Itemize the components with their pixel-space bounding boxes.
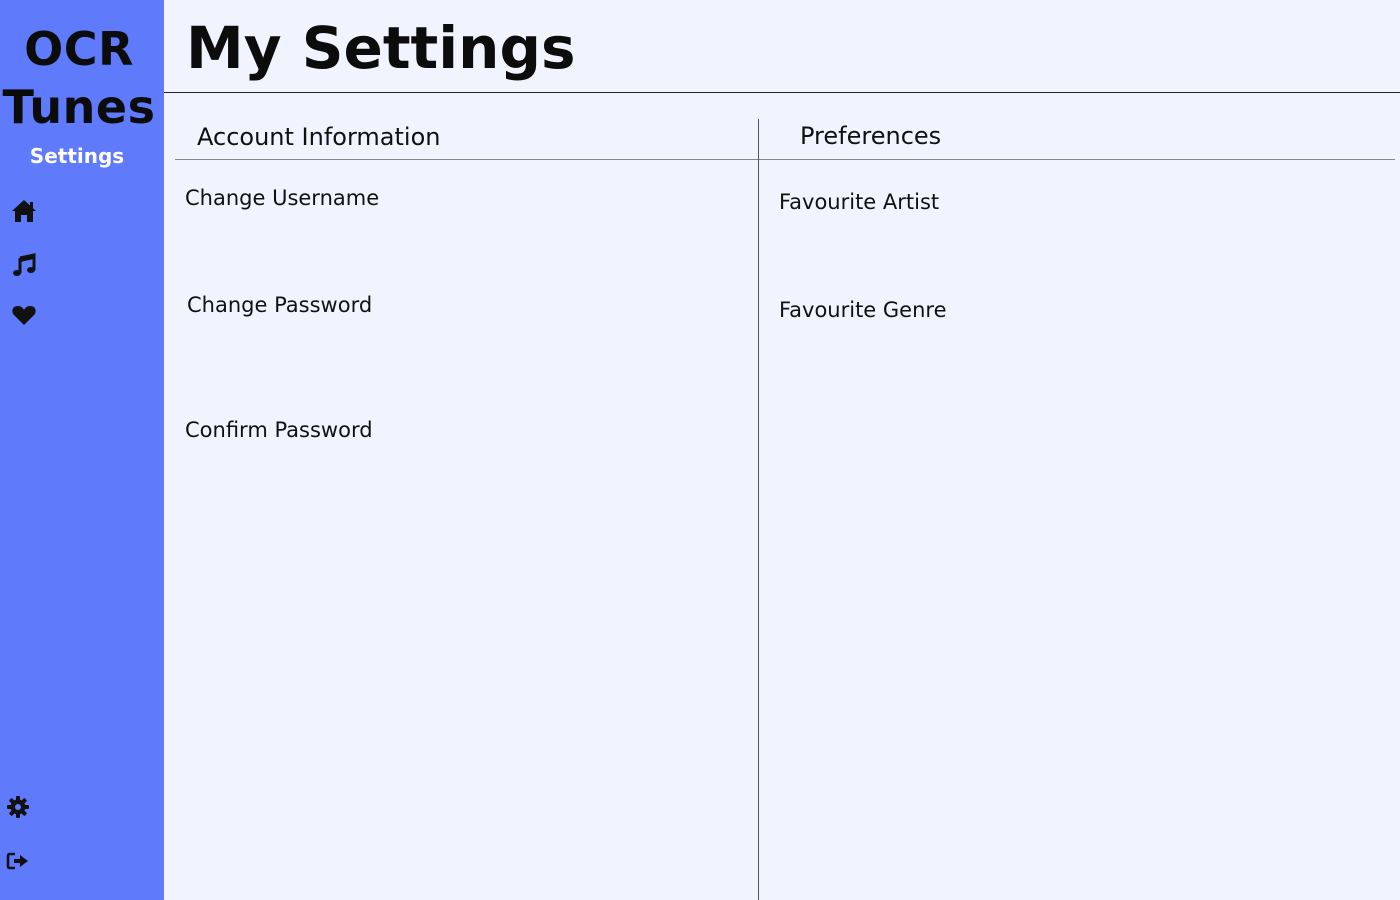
favourite-genre-field[interactable]: Favourite Genre — [779, 296, 947, 324]
change-password-field[interactable]: Change Password — [187, 291, 372, 319]
confirm-password-field[interactable]: Confirm Password — [185, 416, 373, 444]
column-divider — [758, 119, 759, 900]
sidebar: OCR Tunes Settings — [0, 0, 164, 900]
home-icon[interactable] — [10, 197, 38, 225]
music-note-icon[interactable] — [10, 251, 38, 279]
app-logo: OCR Tunes — [0, 20, 158, 136]
change-username-field[interactable]: Change Username — [185, 184, 379, 212]
heart-icon[interactable] — [10, 301, 38, 329]
sign-out-icon[interactable] — [4, 847, 32, 875]
favourite-artist-field[interactable]: Favourite Artist — [779, 188, 939, 216]
preferences-heading: Preferences — [800, 122, 942, 150]
account-heading-divider — [175, 159, 758, 160]
sidebar-subtitle: Settings — [29, 144, 125, 168]
settings-page: OCR Tunes Settings My Settings Account I… — [0, 0, 1400, 900]
gear-icon[interactable] — [4, 793, 32, 821]
title-divider — [164, 92, 1400, 93]
account-information-heading: Account Information — [197, 123, 441, 151]
page-title: My Settings — [186, 14, 576, 82]
brand-line-2: Tunes — [2, 80, 156, 134]
brand-line-1: OCR — [24, 22, 134, 76]
preferences-heading-divider — [759, 159, 1395, 160]
